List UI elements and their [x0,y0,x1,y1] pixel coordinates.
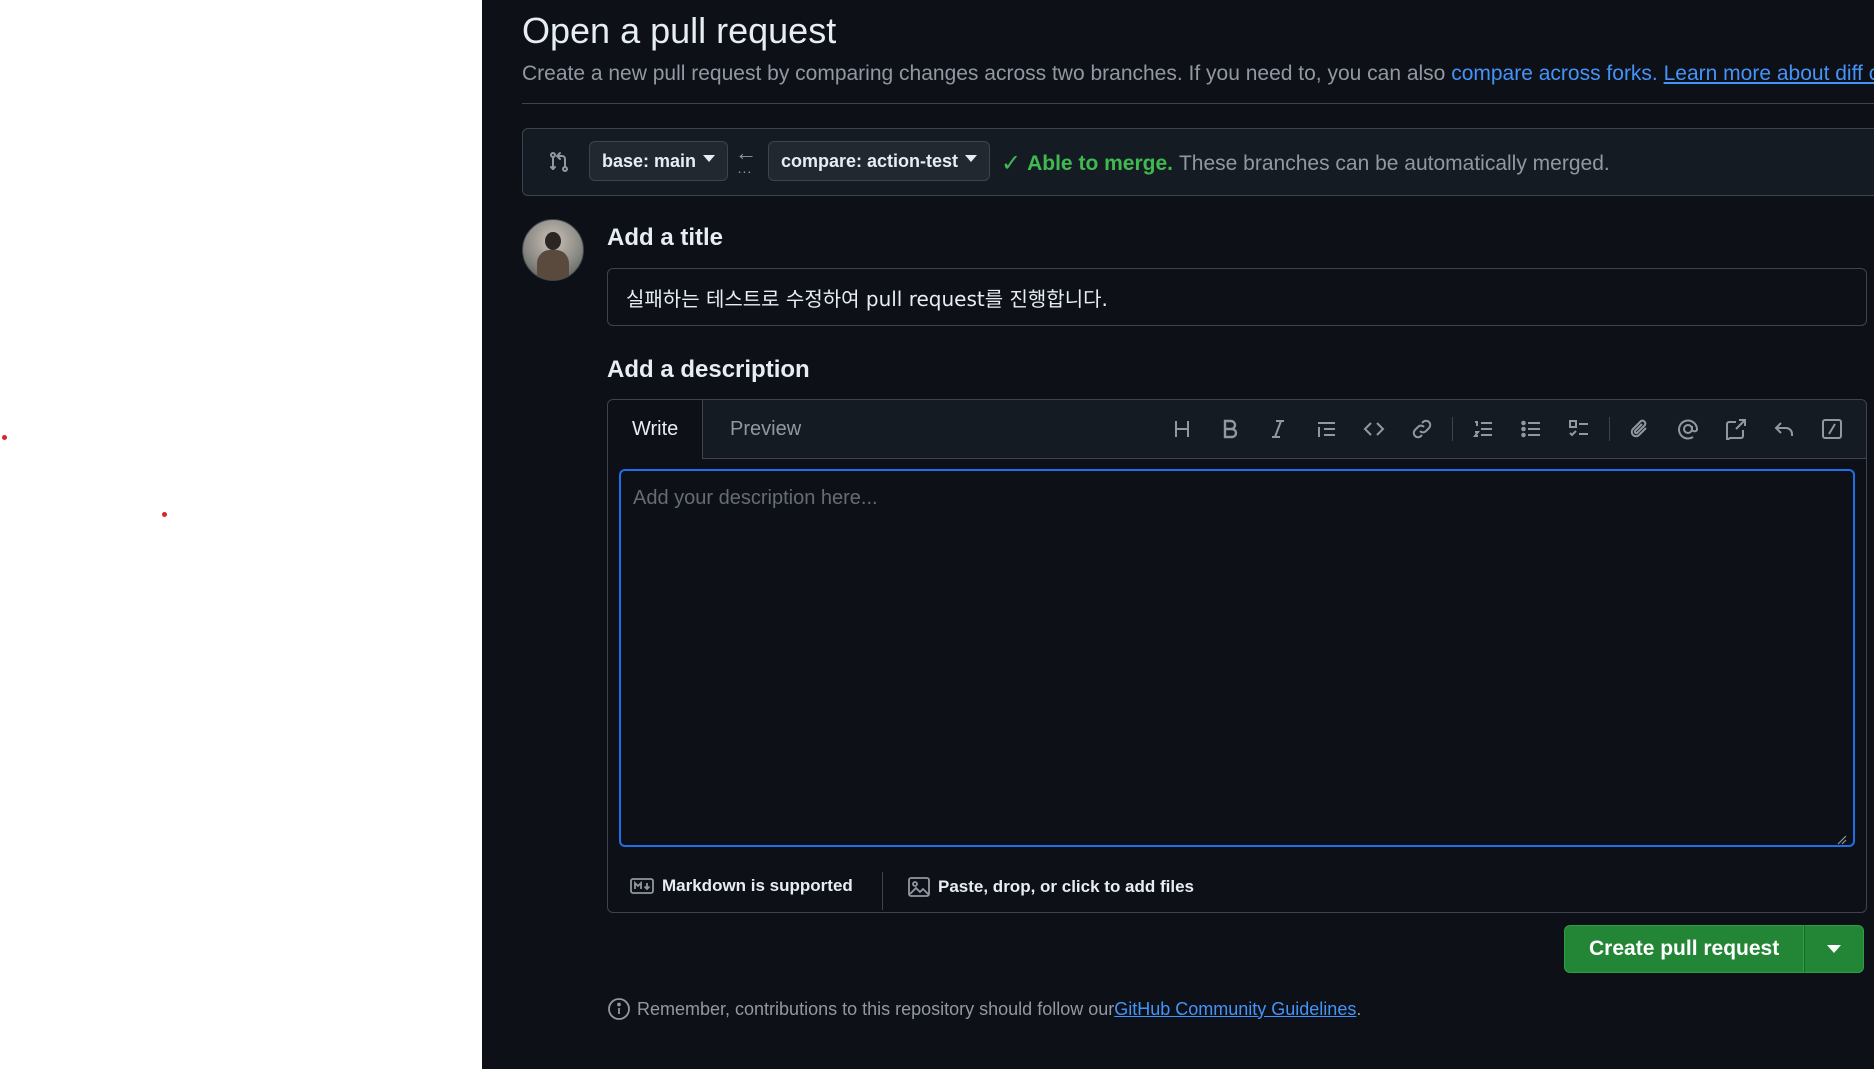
avatar-head [545,232,561,250]
attach-note: Paste, drop, or click to add files [938,877,1195,896]
markdown-icon [630,878,654,894]
chevron-down-icon [703,154,716,162]
arrow-left-icon: ←... [735,140,757,176]
task-list-icon[interactable] [1563,413,1595,445]
git-compare-icon [547,150,571,174]
page-title: Open a pull request [522,10,837,51]
create-pull-request-group: Create pull request [1564,925,1865,973]
add-description-heading: Add a description [607,356,810,383]
divider [522,103,1874,104]
compare-branch-label: compare: action-test [781,150,959,171]
reply-icon[interactable] [1768,413,1800,445]
page-subtitle: Create a new pull request by comparing c… [522,62,1874,86]
red-dot-marker [162,512,167,517]
subtitle-text: Create a new pull request by comparing c… [522,62,1452,85]
quote-icon[interactable] [1310,413,1342,445]
editor-footer: Markdown is supported Paste, drop, or cl… [608,860,1866,914]
italic-icon[interactable] [1262,413,1294,445]
add-title-heading: Add a title [607,224,724,251]
community-guidelines-link[interactable]: GitHub Community Guidelines [1114,999,1356,1020]
resize-grip-icon[interactable] [1837,832,1847,845]
avatar[interactable] [522,219,584,281]
toolbar-separator [1609,417,1610,441]
unordered-list-icon[interactable] [1515,413,1547,445]
arrow-dots: ... [737,160,753,176]
blank-left-area [0,0,482,1069]
merge-detail: These branches can be automatically merg… [1178,151,1610,175]
compare-across-forks-link[interactable]: compare across forks. [1451,62,1658,85]
mention-icon[interactable] [1672,413,1704,445]
tab-write[interactable]: Write [608,400,704,459]
slash-command-icon[interactable] [1816,413,1848,445]
avatar-body [537,250,569,280]
title-input[interactable] [607,268,1867,326]
compare-branch-select[interactable]: compare: action-test [768,141,991,181]
toolbar-separator [1452,417,1453,441]
tab-preview[interactable]: Preview [706,400,825,458]
chevron-down-icon [965,154,978,162]
create-pull-request-button[interactable]: Create pull request [1564,925,1805,973]
image-icon [908,877,930,897]
markdown-toolbar [1158,413,1856,445]
heading-icon[interactable] [1166,413,1198,445]
code-icon[interactable] [1358,413,1390,445]
red-dot-marker [2,435,7,440]
branch-range-bar: base: main ←... compare: action-test ✓ A… [522,128,1874,196]
community-guidelines-note: Remember, contributions to this reposito… [607,997,1361,1021]
attach-icon[interactable] [1624,413,1656,445]
add-files-button[interactable]: Paste, drop, or click to add files [908,876,1194,898]
description-editor: Write Preview Add your description here.… [607,399,1867,913]
bold-icon[interactable] [1214,413,1246,445]
guidelines-text: Remember, contributions to this reposito… [637,998,1115,1019]
merge-ok-label: Able to merge. [1027,151,1173,175]
ordered-list-icon[interactable] [1467,413,1499,445]
check-icon: ✓ [1001,150,1022,177]
info-icon [608,998,630,1020]
link-icon[interactable] [1406,413,1438,445]
merge-status: ✓ Able to merge. These branches can be a… [1001,149,1610,178]
create-options-dropdown[interactable] [1804,925,1865,973]
editor-header: Write Preview [608,400,1866,459]
footer-separator [882,872,883,910]
markdown-supported-link[interactable]: Markdown is supported [630,876,853,896]
pull-request-panel: Open a pull request Create a new pull re… [482,0,1874,1069]
base-branch-select[interactable]: base: main [589,141,729,181]
learn-more-diff-link[interactable]: Learn more about diff co [1664,62,1874,85]
description-textarea[interactable] [619,469,1855,847]
guidelines-end: . [1356,998,1362,1019]
base-branch-label: base: main [602,150,697,171]
chevron-down-icon [1827,945,1842,953]
cross-reference-icon[interactable] [1720,413,1752,445]
markdown-note: Markdown is supported [662,876,853,895]
